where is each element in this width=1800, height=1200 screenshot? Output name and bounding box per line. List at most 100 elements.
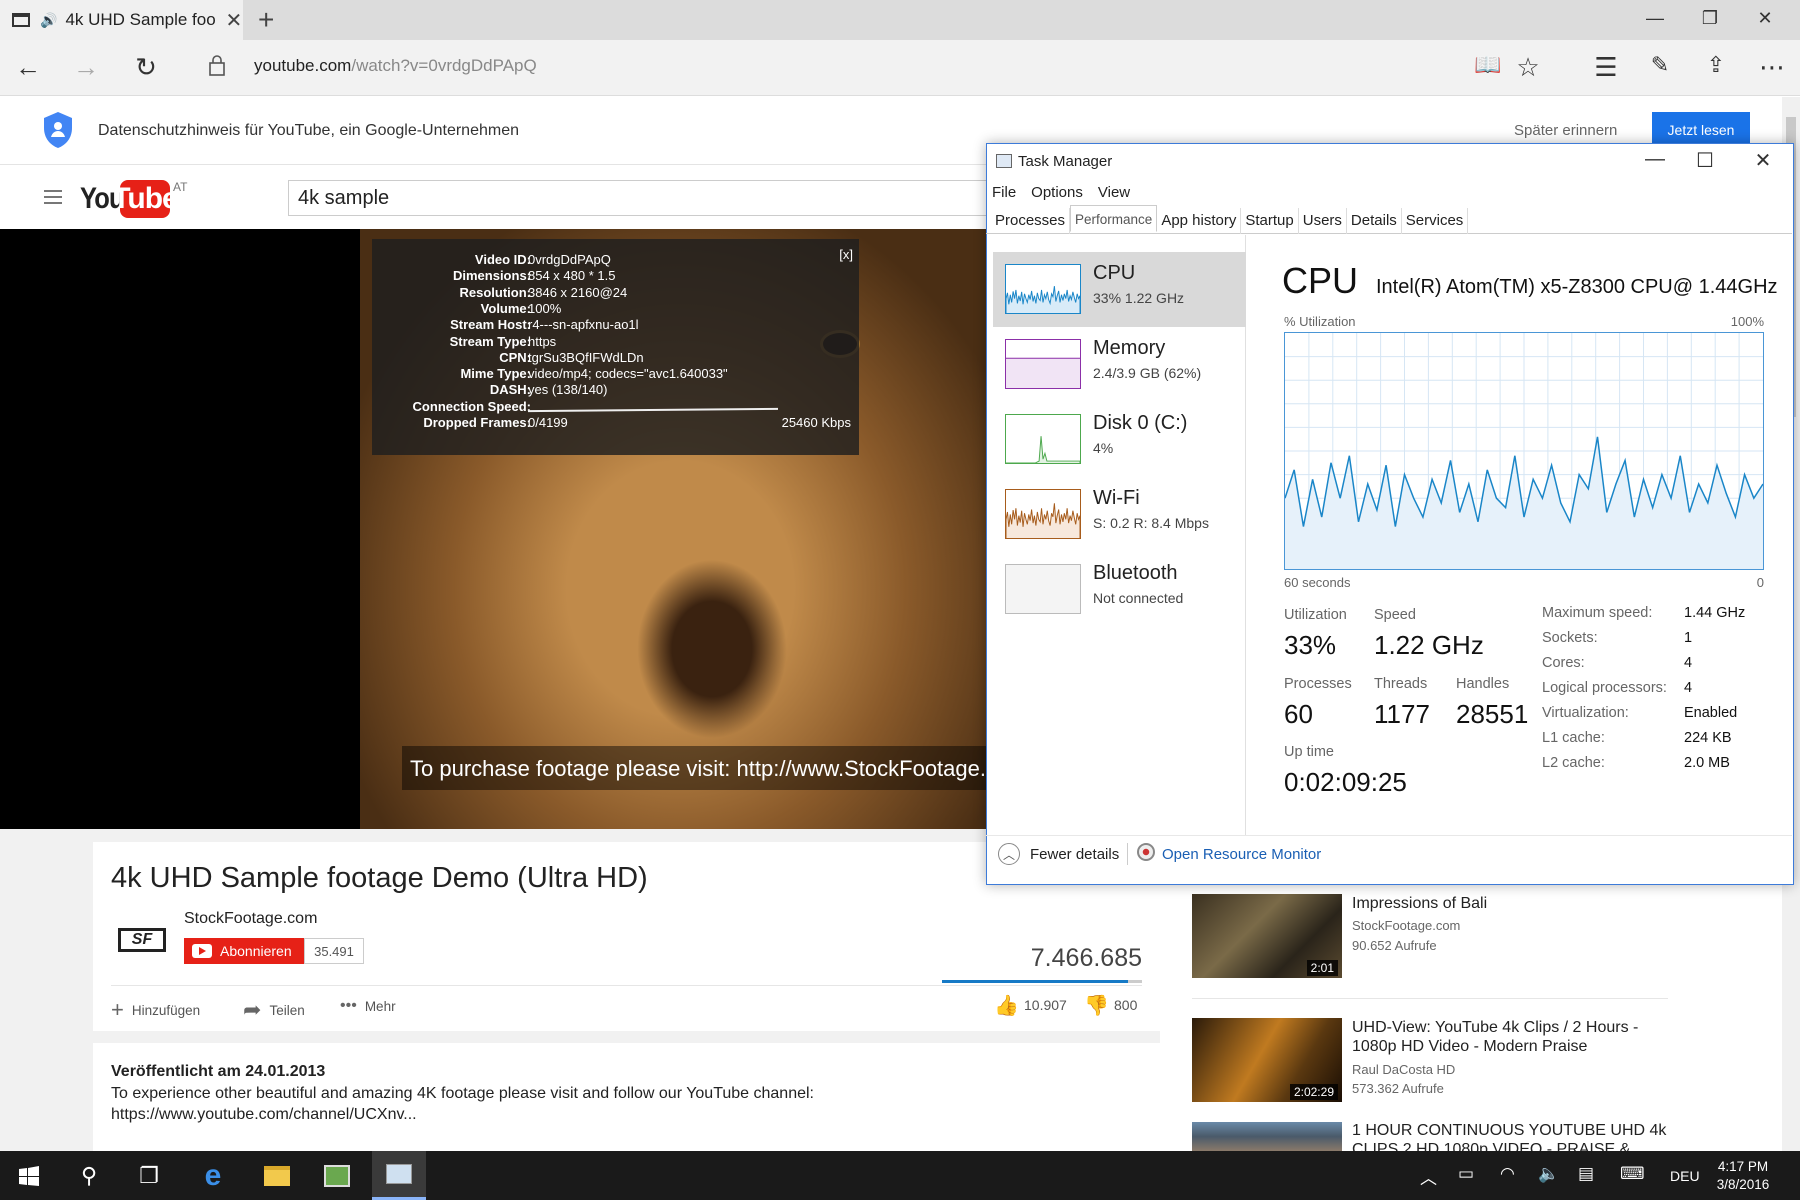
chevron-up-tray-icon[interactable]: ︿ <box>1420 1164 1437 1189</box>
task-manager-title: Task Manager <box>1018 153 1113 170</box>
stats-key: DASH: <box>489 382 531 398</box>
threads-value: 1177 <box>1374 699 1430 729</box>
resource-name: Disk 0 (C:) <box>1093 412 1188 434</box>
menu-view[interactable]: View <box>1098 184 1130 201</box>
tm-close-icon[interactable]: ✕ <box>1748 148 1778 173</box>
menu-file[interactable]: File <box>992 184 1016 201</box>
spec-key: Maximum speed: <box>1542 605 1653 621</box>
subscribe-button[interactable]: Abonnieren <box>184 938 304 964</box>
tab-startup[interactable]: Startup <box>1241 208 1299 234</box>
related-views: 90.652 Aufrufe <box>1352 938 1437 953</box>
app-icon[interactable] <box>310 1151 364 1200</box>
minimize-icon[interactable]: — <box>1640 8 1670 29</box>
web-note-icon[interactable]: ✎ <box>1642 52 1678 78</box>
share-icon[interactable]: ⇪ <box>1698 52 1734 78</box>
thumbs-up-icon[interactable]: 👍 <box>994 993 1019 1018</box>
stats-key: Stream Host: <box>450 317 531 333</box>
back-arrow-icon[interactable]: ← <box>10 52 46 83</box>
add-to-button[interactable]: + Hinzufügen <box>111 997 200 1023</box>
address-bar[interactable]: youtube.com/watch?v=0vrdgDdPApQ <box>254 56 537 76</box>
stats-row: Resolution: 3846 x 2160@24 <box>372 285 859 303</box>
stats-value: yes (138/140) <box>528 382 608 398</box>
tab-performance[interactable]: Performance <box>1070 205 1158 232</box>
google-shield-icon <box>44 112 72 148</box>
spec-value: 1 <box>1684 630 1693 646</box>
resource-memory[interactable]: Memory 2.4/3.9 GB (62%) <box>993 327 1246 402</box>
close-tab-icon[interactable]: ✕ <box>225 8 242 33</box>
favorite-star-icon[interactable]: ☆ <box>1510 52 1546 83</box>
threads-label: Threads <box>1374 676 1428 692</box>
privacy-notice-text: Datenschutzhinweis für YouTube, ein Goog… <box>98 122 519 139</box>
tab-services[interactable]: Services <box>1402 208 1469 234</box>
search-icon[interactable]: ⚲ <box>62 1151 116 1200</box>
resource-bluetooth[interactable]: Bluetooth Not connected <box>993 552 1246 627</box>
task-view-icon[interactable]: ❐ <box>122 1151 176 1200</box>
action-center-icon[interactable]: ▤ <box>1578 1164 1594 1184</box>
connection-speed-value: 25460 Kbps <box>781 415 851 430</box>
tab-details[interactable]: Details <box>1347 208 1402 234</box>
add-to-label: Hinzufügen <box>131 1002 201 1018</box>
remind-later-link[interactable]: Später erinnern <box>1514 122 1617 139</box>
tab-processes[interactable]: Processes <box>991 208 1071 234</box>
related-title[interactable]: 1 HOUR CONTINUOUS YOUTUBE UHD 4k CLIPS 2… <box>1352 1121 1672 1151</box>
clock[interactable]: 4:17 PM 3/8/2016 <box>1700 1158 1786 1194</box>
share-button[interactable]: ➦ Teilen <box>243 997 305 1023</box>
tm-minimize-icon[interactable]: — <box>1640 148 1670 171</box>
close-window-icon[interactable]: ✕ <box>1750 8 1780 29</box>
start-windows-icon[interactable] <box>2 1151 56 1200</box>
spec-key: Logical processors: <box>1542 680 1667 696</box>
reading-view-icon[interactable]: 📖 <box>1470 52 1506 78</box>
stats-row: CPN: tgrSu3BQfIFWdLDn <box>372 350 859 368</box>
task-manager-taskbar-icon[interactable] <box>372 1151 426 1200</box>
subscriber-count: 35.491 <box>304 938 364 964</box>
related-thumbnail[interactable]: 2:01 <box>1192 894 1342 978</box>
youtube-logo-tube[interactable]: Tube <box>112 180 179 218</box>
volume-icon[interactable]: 🔈 <box>1538 1164 1559 1184</box>
fewer-details-button[interactable]: Fewer details <box>1030 846 1119 863</box>
file-explorer-icon[interactable] <box>250 1151 304 1200</box>
spec-value: Enabled <box>1684 705 1738 721</box>
more-actions-icon[interactable]: ⋯ <box>1754 52 1790 83</box>
stats-key: Stream Type: <box>449 333 531 349</box>
related-thumbnail[interactable]: 2:02:29 <box>1192 1018 1342 1102</box>
stats-key: Dropped Frames: <box>423 415 531 430</box>
related-thumbnail[interactable] <box>1192 1122 1342 1151</box>
resource-disk[interactable]: Disk 0 (C:) 4% <box>993 402 1246 477</box>
menu-icon[interactable] <box>44 190 62 204</box>
resource-cpu[interactable]: CPU 33% 1.22 GHz <box>993 252 1246 327</box>
tab-users[interactable]: Users <box>1299 208 1347 234</box>
restore-icon[interactable]: ❐ <box>1695 8 1725 29</box>
wifi-icon[interactable]: ◠ <box>1500 1164 1515 1184</box>
chevron-up-icon[interactable]: ︿ <box>998 843 1020 865</box>
speaker-icon[interactable]: 🔊 <box>40 12 57 29</box>
stats-value: 0vrdgDdPApQ <box>528 252 611 267</box>
resource-name: Wi-Fi <box>1093 487 1140 509</box>
language-indicator[interactable]: DEU <box>1670 1168 1700 1184</box>
related-title[interactable]: Impressions of Bali <box>1352 894 1672 913</box>
description-link[interactable]: https://www.youtube.com/channel/UCXnv... <box>111 1106 417 1124</box>
battery-icon[interactable]: ▭ <box>1458 1164 1474 1184</box>
channel-avatar[interactable]: SF <box>118 928 166 952</box>
thumbs-down-icon[interactable]: 👎 <box>1084 993 1109 1018</box>
related-title[interactable]: UHD-View: YouTube 4k Clips / 2 Hours - 1… <box>1352 1018 1672 1056</box>
open-resource-monitor-link[interactable]: Open Resource Monitor <box>1162 846 1321 863</box>
new-tab-icon[interactable]: + <box>258 4 274 36</box>
more-button[interactable]: ••• Mehr <box>340 997 396 1015</box>
divider <box>1192 998 1668 999</box>
tm-maximize-icon[interactable]: ☐ <box>1690 148 1720 173</box>
resource-wifi[interactable]: Wi-Fi S: 0.2 R: 8.4 Mbps <box>993 477 1246 552</box>
disk-mini-graph <box>1005 414 1081 464</box>
keyboard-icon[interactable]: ⌨ <box>1620 1164 1645 1184</box>
edge-browser-icon[interactable]: e <box>186 1151 240 1200</box>
refresh-icon[interactable]: ↻ <box>128 52 164 83</box>
forward-arrow-icon[interactable]: → <box>68 52 104 83</box>
browser-tab[interactable]: 🔊 4k UHD Sample foo ✕ <box>0 0 243 40</box>
hub-icon[interactable]: ☰ <box>1588 52 1624 83</box>
time: 4:17 PM <box>1717 1159 1769 1174</box>
search-input[interactable]: 4k sample <box>288 180 988 216</box>
menu-options[interactable]: Options <box>1031 184 1083 201</box>
cpu-utilization-graph <box>1284 332 1764 570</box>
channel-name[interactable]: StockFootage.com <box>184 910 317 928</box>
tab-app-history[interactable]: App history <box>1157 208 1242 234</box>
stats-row: Mime Type: video/mp4; codecs="avc1.640033… <box>372 366 859 384</box>
